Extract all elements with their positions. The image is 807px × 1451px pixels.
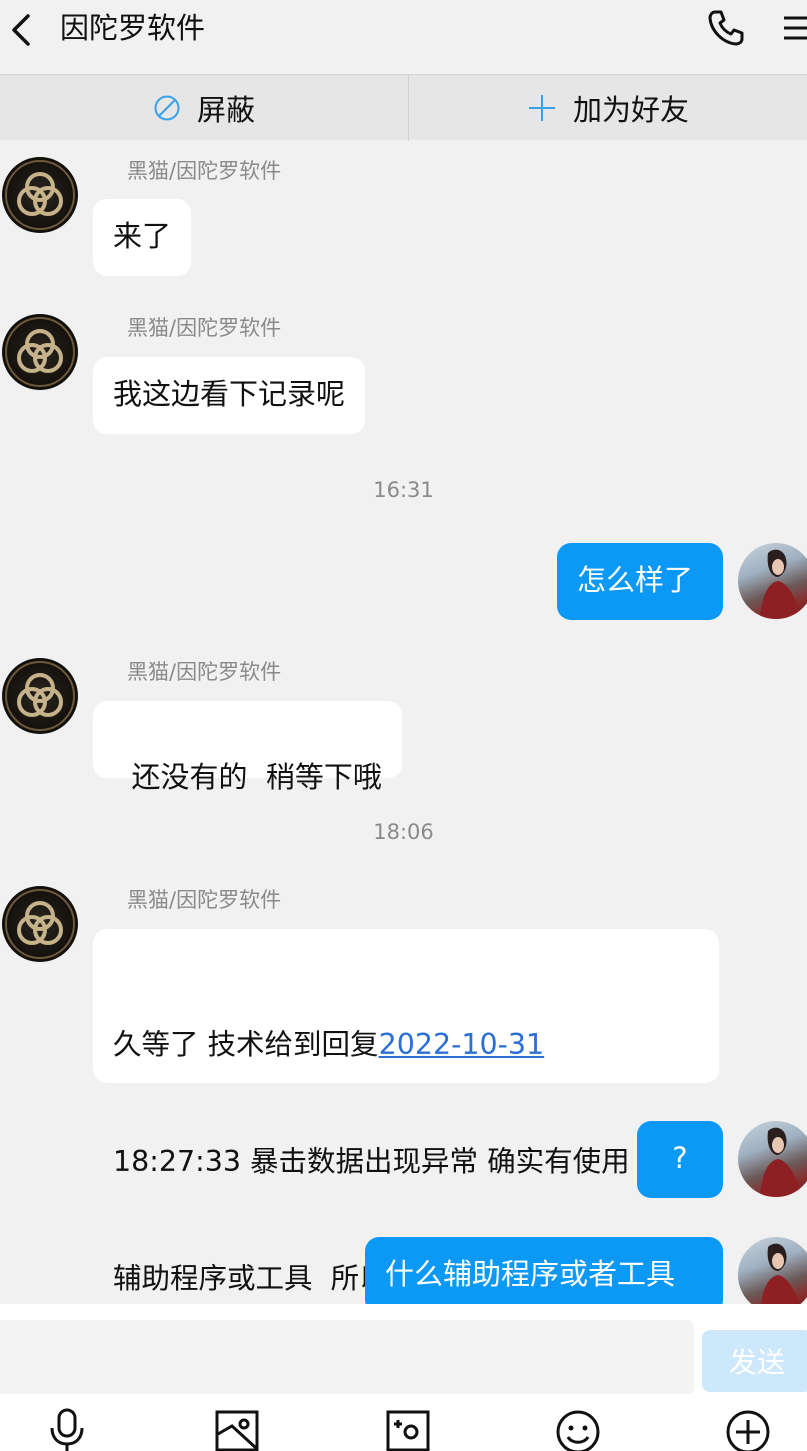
logo-knot-icon (5, 661, 75, 731)
message-input[interactable] (0, 1320, 694, 1394)
plus-icon (528, 95, 555, 121)
logo-knot-icon (5, 889, 75, 959)
message-text: 还没有的 稍等下哦 (131, 760, 382, 794)
my-avatar[interactable] (738, 1237, 807, 1313)
chat-title: 因陀罗软件 (60, 11, 206, 45)
portrait-icon (760, 1243, 802, 1313)
message-bubble[interactable]: 来了 (93, 199, 192, 276)
timestamp: 16:31 (373, 478, 434, 502)
plus-circle-icon[interactable] (725, 1408, 771, 1451)
camera-icon[interactable] (385, 1408, 431, 1451)
sender-name: 黑猫/因陀罗软件 (127, 888, 282, 912)
contact-avatar[interactable] (2, 658, 78, 734)
send-label: 发送 (728, 1346, 785, 1379)
message-text: 我这边看下记录呢 (113, 377, 346, 411)
sender-name: 黑猫/因陀罗软件 (127, 159, 282, 183)
sender-name: 黑猫/因陀罗软件 (127, 316, 282, 340)
message-text: 久等了 技术给到回复 (113, 1028, 379, 1061)
my-avatar[interactable] (738, 543, 807, 619)
add-friend-label: 加为好友 (572, 93, 689, 127)
message-bubble[interactable]: 还没有的 稍等下哦 (93, 701, 402, 794)
portrait-icon (760, 1127, 802, 1197)
logo-knot-icon (5, 160, 75, 230)
message-text: ? (672, 1141, 688, 1175)
back-chevron-icon[interactable] (6, 12, 36, 48)
message-bubble[interactable]: 我这边看下记录呢 (93, 357, 366, 434)
block-button[interactable]: 屏蔽 (0, 75, 408, 141)
logo-knot-icon (5, 317, 75, 387)
phone-icon[interactable] (706, 8, 746, 48)
timestamp: 18:06 (373, 820, 434, 844)
add-friend-button[interactable]: 加为好友 (409, 75, 807, 141)
photo-icon[interactable] (214, 1408, 260, 1451)
message-text: 什么辅助程序或者工具 (385, 1257, 676, 1291)
message-bubble[interactable]: 久等了 技术给到回复2022-10-31 18:27:33 暴击数据出现异常 确… (93, 929, 719, 1295)
message-text: 来了 (113, 219, 172, 253)
message-bubble-outgoing[interactable]: ? (637, 1121, 723, 1198)
my-avatar[interactable] (738, 1121, 807, 1197)
message-text: 怎么样了 (577, 563, 694, 597)
bottom-toolbar (0, 1396, 807, 1451)
message-bubble-outgoing[interactable]: 什么辅助程序或者工具 (365, 1237, 723, 1314)
contact-avatar[interactable] (2, 886, 78, 962)
top-bar: 因陀罗软件 (0, 0, 807, 74)
message-line: 18:27:33 暴击数据出现异常 确实有使用 (113, 1145, 630, 1178)
message-bubble-outgoing[interactable]: 怎么样了 (557, 543, 723, 620)
date-link[interactable]: 2022-10-31 (379, 1028, 545, 1061)
block-label: 屏蔽 (196, 93, 255, 127)
sender-name: 黑猫/因陀罗软件 (127, 660, 282, 684)
contact-avatar[interactable] (2, 314, 78, 390)
microphone-icon[interactable] (44, 1408, 90, 1451)
block-icon (154, 95, 180, 121)
input-bar: 发送 (0, 1304, 807, 1396)
menu-icon[interactable] (782, 12, 807, 44)
contact-avatar[interactable] (2, 157, 78, 233)
action-bar: 屏蔽 加为好友 (0, 74, 807, 141)
send-button[interactable]: 发送 (702, 1330, 807, 1392)
portrait-icon (760, 549, 802, 619)
emoji-icon[interactable] (555, 1408, 601, 1451)
message-line: 久等了 技术给到回复2022-10-31 (113, 1025, 699, 1064)
